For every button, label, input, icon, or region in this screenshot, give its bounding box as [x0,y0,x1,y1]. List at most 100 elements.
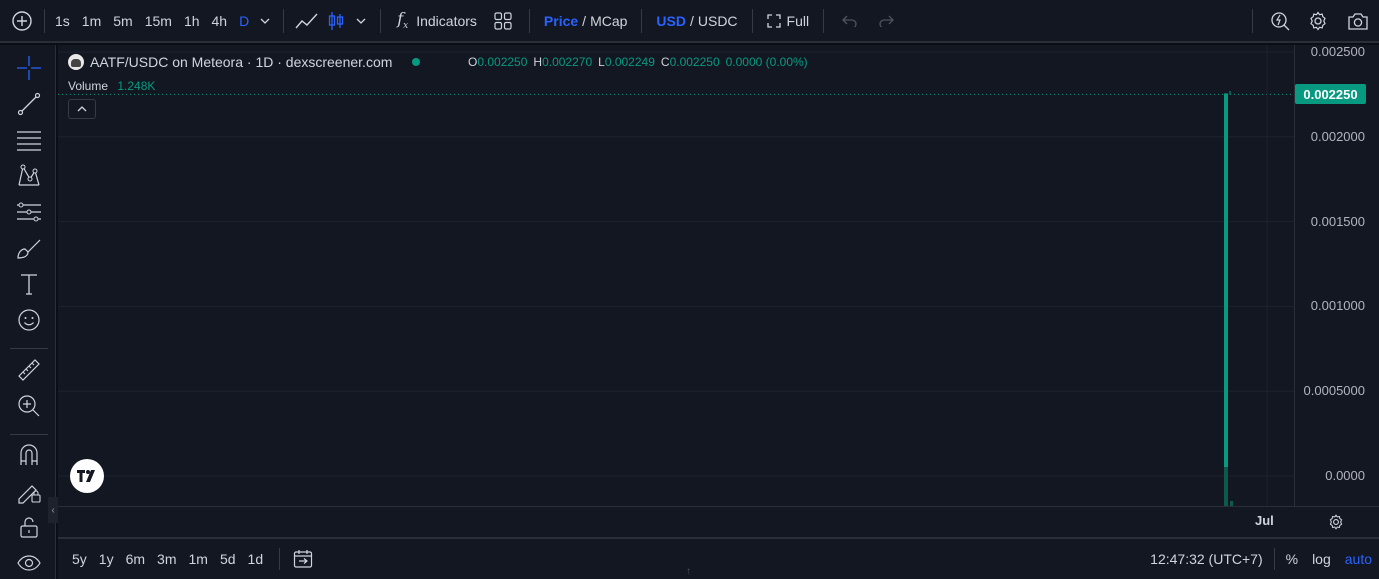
interval-4h[interactable]: 4h [206,13,234,29]
settings-button[interactable] [1299,0,1337,42]
brush-tool[interactable] [14,233,44,263]
separator [283,8,285,33]
line-chart-type-button[interactable] [292,0,322,42]
price-mcap-toggle[interactable]: Price / MCap [538,0,634,42]
slash: / [689,12,694,29]
fullscreen-icon [766,13,781,28]
auto-scale-toggle[interactable]: auto [1338,551,1379,567]
pattern-tool[interactable] [14,161,44,191]
chart-pane[interactable]: AATF/USDC on Meteora · 1D · dexscreener.… [58,45,1294,506]
interval-dropdown-button[interactable] [255,0,275,42]
expand-panel-icon[interactable]: ↑ [686,566,691,577]
currency-toggle[interactable]: USD / USDC [650,0,743,42]
low-value: 0.002249 [604,55,655,69]
full-label: Full [786,12,810,29]
collapse-toolbar-button[interactable]: ‹ [48,497,58,523]
price-scale[interactable]: 0.002250 0.002500 0.002000 0.001500 0.00100… [1294,44,1379,506]
candles-chart-type-button[interactable] [322,0,350,42]
timezone-clock[interactable]: 12:47:32 (UTC+7) [1143,551,1269,567]
separator [279,548,281,570]
token-logo-icon [68,54,84,70]
volume-value: 1.248K [117,79,156,93]
fib-lines-icon [17,131,41,151]
usd-option[interactable]: USD [656,13,686,29]
emoji-tool[interactable] [14,305,44,335]
interval-1s[interactable]: 1s [49,13,76,29]
range-3m[interactable]: 3m [151,551,182,567]
volume-legend[interactable]: Volume 1.248K [68,79,155,93]
hide-drawings-tool[interactable] [14,548,44,578]
quick-search-button[interactable] [1261,0,1299,42]
add-symbol-button[interactable] [0,0,44,42]
bottom-toolbar: 5y 1y 6m 3m 1m 5d 1d 12:47:32 (UTC+7) % log au… [58,537,1379,579]
mcap-option[interactable]: MCap [590,13,627,29]
chart-type-dropdown-button[interactable] [350,0,372,42]
prediction-tool[interactable] [14,197,44,227]
lock-drawings-tool[interactable] [14,476,44,506]
chart-canvas[interactable] [58,45,1294,506]
symbol-legend[interactable]: AATF/USDC on Meteora · 1D · dexscreener.… [68,54,421,70]
layouts-button[interactable] [485,0,521,42]
time-scale[interactable]: Jul [58,506,1379,537]
interval-15m[interactable]: 15m [139,13,178,29]
separator [1273,548,1275,570]
range-5d[interactable]: 5d [214,551,242,567]
close-key: C [660,55,670,69]
separator [641,8,643,33]
grid-icon [494,11,512,30]
magnet-tool[interactable] [14,440,44,470]
usdc-option[interactable]: USDC [698,13,738,29]
price-tick-label: 0.002500 [1310,44,1365,59]
price-option[interactable]: Price [544,13,578,29]
range-6m[interactable]: 6m [120,551,151,567]
trend-line-tool[interactable] [14,89,44,119]
chevron-down-icon [260,18,270,24]
text-tool[interactable] [14,269,44,299]
interval-1h[interactable]: 1h [178,13,206,29]
slash: / [582,12,587,29]
zoom-in-tool[interactable] [14,391,44,421]
symbol-title: AATF/USDC on Meteora · 1D · dexscreener.… [90,54,393,70]
tradingview-logo-icon [77,470,95,482]
chevron-down-icon [356,18,366,24]
ohlc-values: O0.002250 H0.002270 L0.002249 C0.002250 … [468,55,808,69]
gear-icon [1329,514,1343,530]
magnet-icon [20,444,38,465]
crosshair-tool[interactable] [14,53,44,83]
lock-all-tool[interactable] [14,512,44,542]
market-status-icon[interactable] [412,58,421,66]
scale-settings-button[interactable] [1328,514,1344,535]
text-icon [21,274,37,295]
price-tick-label: 0.001500 [1310,213,1365,229]
interval-1m[interactable]: 1m [76,13,107,29]
volume-label: Volume [68,79,109,93]
separator [1252,8,1253,33]
interval-group: 1s 1m 5m 15m 1h 4h D [49,13,255,29]
measure-tool[interactable] [14,355,44,385]
range-1d[interactable]: 1d [242,551,270,567]
log-scale-toggle[interactable]: log [1305,551,1338,567]
horizontal-lines-tool[interactable] [14,125,44,155]
percent-scale-toggle[interactable]: % [1279,551,1305,567]
ruler-icon [18,359,40,381]
camera-icon [1348,12,1368,30]
redo-button[interactable] [868,0,904,42]
range-5y[interactable]: 5y [66,551,93,567]
legend-collapse-button[interactable] [68,99,96,119]
go-to-date-button[interactable] [290,544,316,574]
separator [10,434,48,435]
fullscreen-button[interactable]: Full [761,0,816,42]
interval-D[interactable]: D [233,13,255,29]
range-1m[interactable]: 1m [183,551,214,567]
price-tick-label: 0.0005000 [1303,383,1365,399]
range-1y[interactable]: 1y [93,551,120,567]
unlock-icon [20,517,38,538]
price-tick-label: 0.002000 [1310,128,1365,144]
tradingview-logo[interactable] [70,459,104,493]
date-range-group: 5y 1y 6m 3m 1m 5d 1d [58,551,269,567]
zoom-in-icon [18,395,40,417]
interval-5m[interactable]: 5m [107,13,138,29]
indicators-button[interactable]: fx Indicators [389,0,485,42]
screenshot-button[interactable] [1337,0,1379,42]
undo-button[interactable] [832,0,868,42]
